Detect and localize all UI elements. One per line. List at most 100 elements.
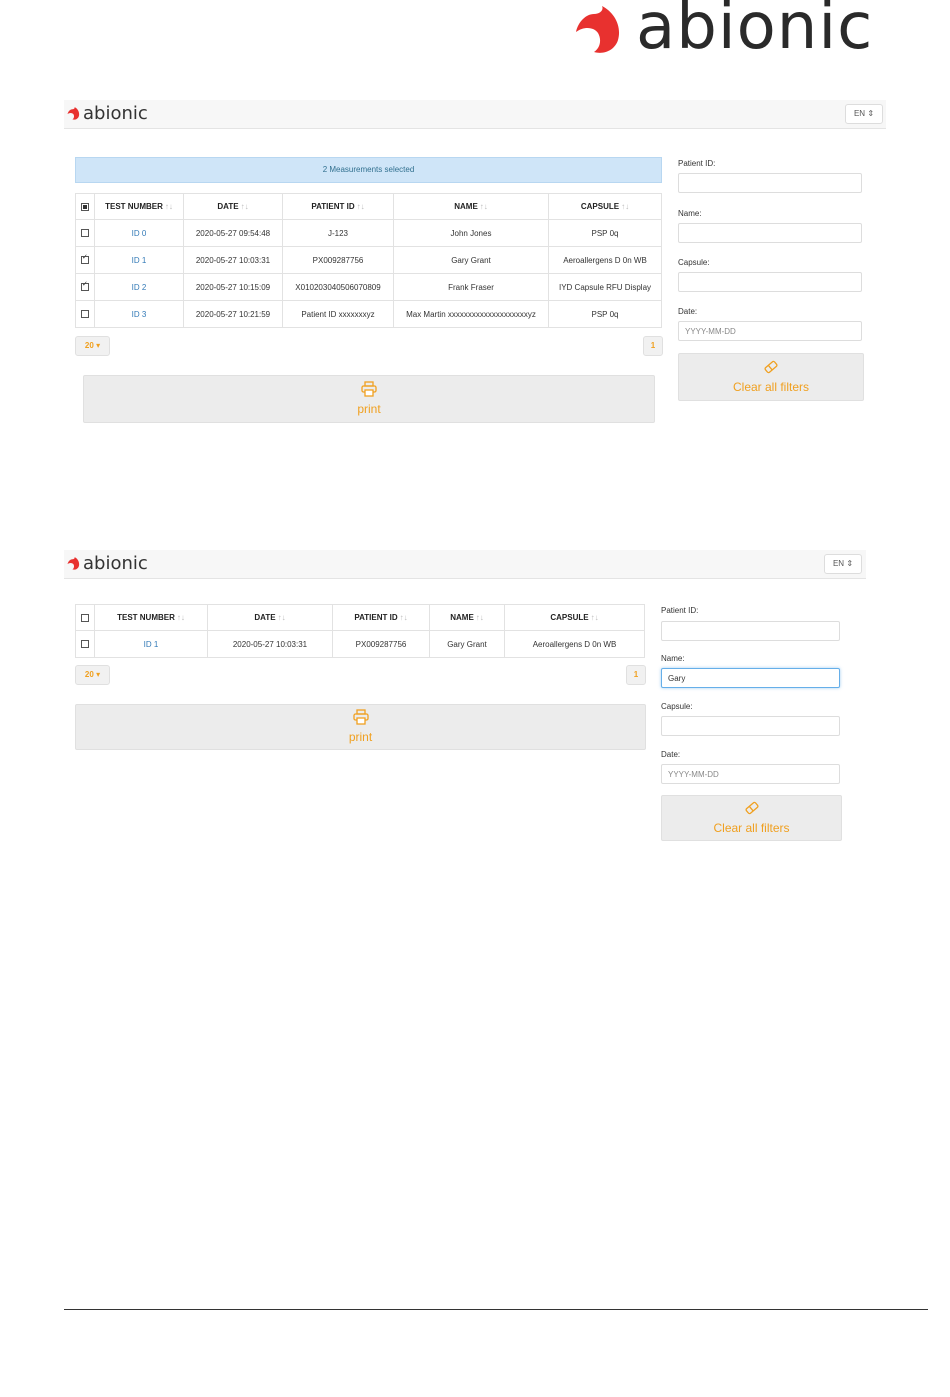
clear-filters-button[interactable]: Clear all filters: [661, 795, 842, 841]
row-select-cell[interactable]: [75, 630, 95, 658]
capsule-input[interactable]: [678, 272, 862, 292]
clear-filters-label: Clear all filters: [713, 821, 790, 835]
eraser-icon: [764, 360, 778, 374]
table-row[interactable]: ID 2 2020-05-27 10:15:09 X01020304050607…: [75, 273, 662, 301]
row-checkbox[interactable]: [81, 310, 89, 319]
page-size-dropdown[interactable]: 20 ▾: [75, 336, 110, 356]
language-value: EN: [832, 559, 845, 568]
print-label: print: [357, 402, 381, 416]
language-select[interactable]: EN ⇕: [824, 554, 862, 574]
eraser-icon: [744, 801, 759, 815]
test-number-link[interactable]: ID 2: [94, 273, 184, 301]
select-all-header[interactable]: [75, 604, 95, 631]
column-name[interactable]: NAME ↑↓: [429, 604, 505, 631]
name-input[interactable]: Gary: [661, 668, 840, 688]
column-capsule[interactable]: CAPSULE ↑↓: [504, 604, 645, 631]
column-capsule[interactable]: CAPSULE ↑↓: [548, 193, 662, 220]
patient-id-cell: J-123: [282, 219, 394, 247]
date-input[interactable]: YYYY-MM-DD: [678, 321, 862, 341]
select-arrows-icon: ⇕: [846, 559, 854, 568]
select-arrows-icon: ⇕: [867, 109, 875, 118]
measurements-table-2: TEST NUMBER ↑↓ DATE ↑↓ PATIENT ID ↑↓ NAME ↑↓…: [75, 604, 645, 658]
table-row[interactable]: ID 0 2020-05-27 09:54:48 J-123 John Jone…: [75, 219, 662, 247]
name-cell: Gary Grant: [393, 246, 549, 274]
header-label: CAPSULE: [580, 202, 620, 211]
test-number-link[interactable]: ID 0: [94, 219, 184, 247]
date-cell: 2020-05-27 10:15:09: [183, 273, 283, 301]
navbar-1: abionic EN ⇕: [64, 100, 886, 129]
header-label: PATIENT ID: [354, 613, 398, 622]
header-label: DATE: [217, 202, 239, 211]
sort-icon: ↑↓: [164, 202, 173, 211]
patient-id-label: Patient ID:: [661, 606, 699, 615]
capsule-cell: IYD Capsule RFU Display: [548, 273, 662, 301]
sort-icon: ↑↓: [176, 613, 185, 622]
column-name[interactable]: NAME ↑↓: [393, 193, 549, 220]
table-row[interactable]: ID 1 2020-05-27 10:03:31 PX009287756 Gar…: [75, 246, 662, 274]
page-number-value: 1: [650, 341, 656, 350]
date-label: Date:: [678, 307, 698, 316]
header-label: TEST NUMBER: [105, 202, 163, 211]
column-test-number[interactable]: TEST NUMBER ↑↓: [94, 193, 184, 220]
date-cell: 2020-05-27 10:03:31: [207, 630, 333, 658]
sort-icon: ↑↓: [356, 202, 365, 211]
sort-icon: ↑↓: [277, 613, 286, 622]
navbar-2: abionic EN ⇕: [64, 550, 866, 579]
measurements-table-1: TEST NUMBER ↑↓ DATE ↑↓ PATIENT ID ↑↓ NAME ↑↓…: [75, 193, 662, 328]
patient-id-cell: Patient ID xxxxxxxyz: [282, 300, 394, 328]
abionic-mark-icon: [67, 557, 80, 570]
sort-icon: ↑↓: [590, 613, 599, 622]
name-cell: Gary Grant: [429, 630, 505, 658]
name-label: Name:: [661, 654, 685, 663]
patient-id-input[interactable]: [661, 621, 840, 641]
print-button[interactable]: print: [83, 375, 655, 423]
header-label: TEST NUMBER: [117, 613, 175, 622]
page-number-button[interactable]: 1: [626, 665, 646, 685]
select-all-checkbox[interactable]: [81, 202, 89, 211]
footer-divider: [64, 1309, 928, 1310]
column-test-number[interactable]: TEST NUMBER ↑↓: [94, 604, 208, 631]
row-checkbox[interactable]: [81, 253, 89, 265]
printer-icon: [361, 381, 377, 397]
column-patient-id[interactable]: PATIENT ID ↑↓: [332, 604, 430, 631]
select-all-checkbox[interactable]: [81, 613, 89, 622]
abionic-logo: abionic: [574, 0, 894, 64]
patient-id-cell: X010203040506070809: [282, 273, 394, 301]
sort-icon: ↑↓: [240, 202, 249, 211]
table-row[interactable]: ID 1 2020-05-27 10:03:31 PX009287756 Gar…: [75, 630, 645, 658]
capsule-cell: PSP 0q: [548, 300, 662, 328]
test-number-link[interactable]: ID 1: [94, 630, 208, 658]
sort-icon: ↑↓: [475, 613, 484, 622]
print-button[interactable]: print: [75, 704, 646, 750]
row-checkbox[interactable]: [81, 229, 89, 238]
sort-icon: ↑↓: [621, 202, 630, 211]
name-cell: Max Martin xxxxxxxxxxxxxxxxxxxxyz: [393, 300, 549, 328]
row-checkbox[interactable]: [81, 280, 89, 292]
column-date[interactable]: DATE ↑↓: [183, 193, 283, 220]
column-date[interactable]: DATE ↑↓: [207, 604, 333, 631]
caret-down-icon: ▾: [96, 341, 101, 350]
name-input[interactable]: [678, 223, 862, 243]
row-select-cell[interactable]: [75, 246, 95, 274]
caret-down-icon: ▾: [96, 670, 101, 679]
patient-id-input[interactable]: [678, 173, 862, 193]
capsule-input[interactable]: [661, 716, 840, 736]
row-select-cell[interactable]: [75, 273, 95, 301]
row-select-cell[interactable]: [75, 219, 95, 247]
patient-id-cell: PX009287756: [332, 630, 430, 658]
abionic-mark-icon: [67, 107, 80, 120]
language-select[interactable]: EN ⇕: [845, 104, 883, 124]
test-number-link[interactable]: ID 1: [94, 246, 184, 274]
row-checkbox[interactable]: [81, 640, 89, 649]
date-input[interactable]: YYYY-MM-DD: [661, 764, 840, 784]
clear-filters-button[interactable]: Clear all filters: [678, 353, 864, 401]
navbar-wordmark: abionic: [83, 553, 148, 574]
column-patient-id[interactable]: PATIENT ID ↑↓: [282, 193, 394, 220]
page-number-button[interactable]: 1: [643, 336, 663, 356]
select-all-header[interactable]: [75, 193, 95, 220]
row-select-cell[interactable]: [75, 300, 95, 328]
print-label: print: [348, 730, 373, 744]
page-size-dropdown[interactable]: 20 ▾: [75, 665, 110, 685]
test-number-link[interactable]: ID 3: [94, 300, 184, 328]
table-row[interactable]: ID 3 2020-05-27 10:21:59 Patient ID xxxx…: [75, 300, 662, 328]
